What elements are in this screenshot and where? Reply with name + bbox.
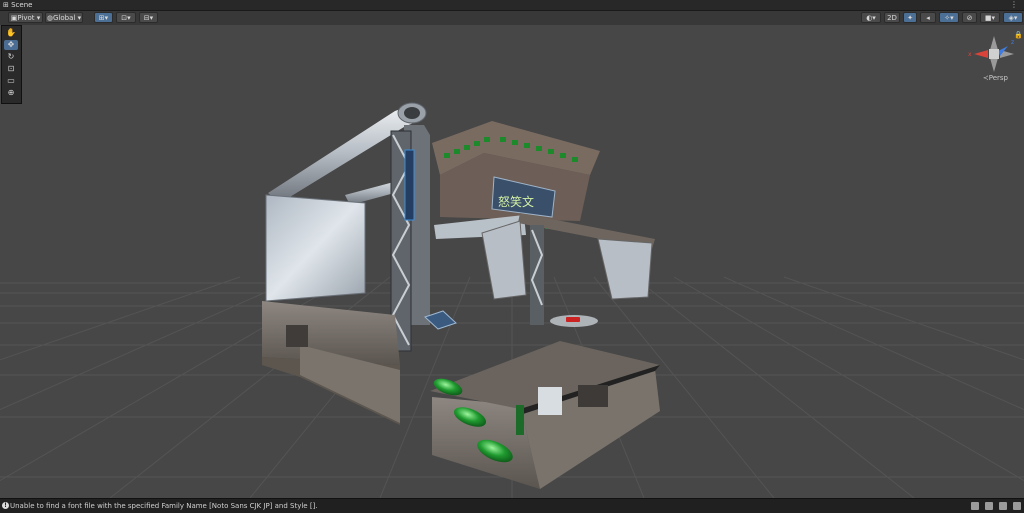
pivot-label: Pivot [17,14,35,22]
scene-window-titlebar: ⊞ Scene ⋮ [0,0,1024,11]
gizmo-x-cone [974,50,988,58]
scene-tools-palette: ✋ ✥ ↻ ⊡ ▭ ⊕ [1,25,22,104]
grid-plane-dropdown[interactable]: ⊟▾ [139,12,158,23]
visibility-icon: ⊘ [966,14,973,22]
audio-icon: ◂ [926,14,930,22]
info-icon: ! [2,502,9,509]
top-sign-box: 怒笑文 [432,121,600,239]
debug-icon[interactable] [999,502,1007,510]
status-bar: ! Unable to find a font file with the sp… [0,498,1024,513]
rotate-tool-button[interactable]: ↻ [4,52,18,62]
light-bulb-icon: ✦ [907,14,913,22]
floating-red-sign [550,315,598,327]
left-panel [265,194,366,302]
grid-snap-toggle[interactable]: ⊞▾ [94,12,113,23]
scene-tab-label: Scene [11,1,33,9]
gizmo-x-label: x [968,51,972,58]
mode-2d-label: 2D [887,14,897,22]
rect-icon: ▭ [7,76,15,85]
gizmo-neg-y-cone [990,58,998,72]
gizmo-icon: ◈▾ [1008,14,1018,22]
draw-mode-dropdown[interactable]: ◐▾ [861,12,881,23]
snap-icon: ⊡▾ [121,14,131,22]
hidden-objects-toggle[interactable]: ⊘ [962,12,977,23]
scene-tab-icon: ⊞ [3,1,12,9]
snap-increment-dropdown[interactable]: ⊡▾ [116,12,136,23]
lighting-toggle[interactable]: ✦ [903,12,917,23]
rotate-icon: ↻ [7,52,15,61]
gizmo-center-cube [989,49,999,59]
grid-plane-icon: ⊟▾ [143,14,154,22]
camera-icon: ■▾ [984,14,996,22]
scale-icon: ⊡ [7,64,15,73]
audio-toggle[interactable]: ◂ [920,12,936,23]
effects-dropdown[interactable]: ✧▾ [939,12,959,23]
camera-dropdown[interactable]: ■▾ [980,12,1000,23]
status-message[interactable]: Unable to find a font file with the spec… [10,499,318,513]
hand-tool-button[interactable]: ✋ [4,28,18,38]
scene-tab[interactable]: ⊞ Scene [3,0,32,10]
grid-icon: ⊞▾ [98,14,109,22]
scene-toolbar: ▣Pivot ▾ ◍Global ▾ ⊞▾ ⊡▾ ⊟▾ ◐▾ 2D ✦ ◂ ✧▾… [0,11,1024,25]
cache-server-icon[interactable] [971,502,979,510]
projection-label: Persp [988,74,1008,82]
gizmo-y-cone [990,36,998,50]
move-tool-button[interactable]: ✥ [4,40,18,50]
projection-toggle[interactable]: ≺Persp [983,74,1008,82]
effects-icon: ✧▾ [944,14,954,22]
progress-icon[interactable] [985,502,993,510]
left-base [262,301,400,425]
front-base [430,341,660,489]
gizmo-lock-icon: 🔒 [1014,31,1023,39]
mode-2d-toggle[interactable]: 2D [884,12,900,23]
hand-icon: ✋ [6,28,16,37]
rect-tool-button[interactable]: ▭ [4,76,18,86]
transform-tool-button[interactable]: ⊕ [4,88,18,98]
cross-beam [481,213,655,325]
pivot-dropdown[interactable]: ▣Pivot ▾ [8,12,43,23]
gizmo-z-label: z [1011,39,1014,46]
sign-kanji-text: 怒笑文 [498,194,534,209]
more-vert-icon[interactable]: ⋮ [1010,0,1018,10]
move-icon: ✥ [7,40,15,49]
global-label: Global [53,14,76,22]
gizmos-dropdown[interactable]: ◈▾ [1003,12,1023,23]
transform-icon: ⊕ [7,88,15,97]
account-icon[interactable] [1013,502,1021,510]
scene-viewport[interactable]: 怒笑文 [0,25,1024,498]
shading-icon: ◐▾ [866,14,876,22]
global-dropdown[interactable]: ◍Global ▾ [45,12,83,23]
scene-render: 怒笑文 [0,102,1024,498]
scale-tool-button[interactable]: ⊡ [4,64,18,74]
